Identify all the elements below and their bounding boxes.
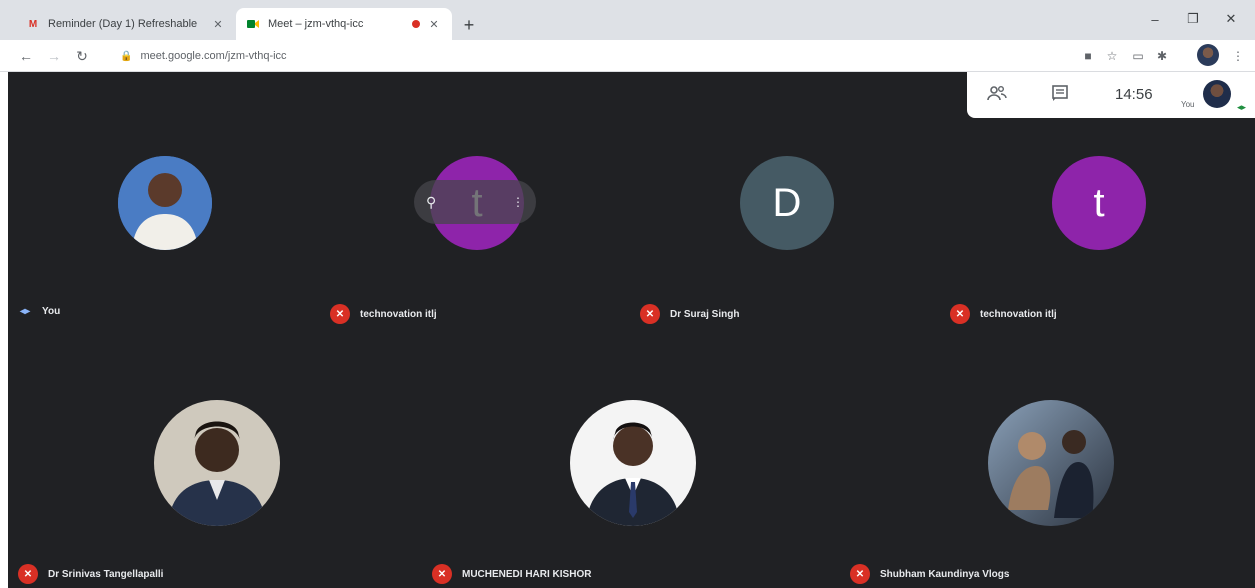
participant-name: ✕ MUCHENEDI HARI KISHOR <box>432 564 591 584</box>
pin-icon[interactable]: ⚲ <box>426 194 436 211</box>
tab-meet[interactable]: Meet – jzm-vthq-icc ✕ <box>236 8 452 40</box>
audio-level-icon: ◂▸ <box>1237 102 1247 112</box>
participant-photo <box>154 400 280 526</box>
gmail-icon: M <box>28 18 38 30</box>
meet-top-bar: 14:56 You ◂▸ <box>967 72 1255 118</box>
people-icon[interactable] <box>987 84 1007 107</box>
browser-toolbar: ← → ↻ 🔒 meet.google.com/jzm-vthq-icc ■ ☆… <box>0 40 1255 72</box>
participant-name: ✕ Dr Srinivas Tangellapalli <box>18 564 163 584</box>
browser-chrome: M Reminder (Day 1) Refreshable ✕ Meet – … <box>0 0 1255 72</box>
tab-close-icon[interactable]: ✕ <box>210 16 226 32</box>
url-text: meet.google.com/jzm-vthq-icc <box>140 50 287 62</box>
participant-name: ✕ Dr Suraj Singh <box>640 304 739 324</box>
back-arrow-icon[interactable]: ← <box>16 46 36 66</box>
tab-strip: M Reminder (Day 1) Refreshable ✕ Meet – … <box>0 0 1255 40</box>
mic-off-icon: ✕ <box>432 564 452 584</box>
self-label: You <box>1181 100 1195 109</box>
mic-off-icon: ✕ <box>330 304 350 324</box>
meet-icon <box>246 17 260 31</box>
mic-off-icon: ✕ <box>950 304 970 324</box>
restore-button[interactable]: ❐ <box>1178 8 1208 30</box>
participant-name: ✕ technovation itlj <box>950 304 1057 324</box>
bookmark-star-icon[interactable]: ☆ <box>1102 46 1122 66</box>
participant-name: ✕ Shubham Kaundinya Vlogs <box>850 564 1009 584</box>
mic-off-icon: ✕ <box>18 564 38 584</box>
participant-photo <box>988 400 1114 526</box>
close-window-button[interactable]: ✕ <box>1216 8 1246 30</box>
lock-icon: 🔒 <box>120 50 133 62</box>
meeting-clock: 14:56 <box>1115 86 1153 103</box>
reload-icon[interactable]: ↻ <box>72 46 92 66</box>
audio-level-icon: ◂▸ <box>20 306 31 317</box>
profile-avatar[interactable] <box>1197 44 1219 66</box>
participant-photo <box>570 400 696 526</box>
tab-title: Meet – jzm-vthq-icc <box>268 18 364 30</box>
cast-icon[interactable]: ▭ <box>1128 46 1148 66</box>
participant-name: ✕ technovation itlj <box>330 304 437 324</box>
new-tab-button[interactable]: + <box>458 14 480 36</box>
tab-gmail[interactable]: M Reminder (Day 1) Refreshable ✕ <box>16 8 236 40</box>
tab-title: Reminder (Day 1) Refreshable <box>48 18 198 30</box>
tile-hover-controls[interactable]: ⚲ ⋮ <box>414 180 536 224</box>
address-bar[interactable]: 🔒 meet.google.com/jzm-vthq-icc <box>110 44 1070 68</box>
forward-arrow-icon[interactable]: → <box>44 46 64 66</box>
participant-name-you: ◂▸ You <box>20 306 61 317</box>
recording-indicator-icon <box>412 20 420 28</box>
mic-off-icon: ✕ <box>640 304 660 324</box>
menu-dots-icon[interactable]: ⋮ <box>1228 46 1248 66</box>
minimize-button[interactable]: – <box>1140 8 1170 30</box>
camera-permission-icon[interactable]: ■ <box>1078 46 1098 66</box>
participant-photo <box>118 156 212 250</box>
chat-icon[interactable] <box>1051 84 1069 107</box>
participant-letter-avatar: t <box>1052 156 1146 250</box>
extensions-icon[interactable]: ✱ <box>1152 46 1172 66</box>
participant-letter-avatar: D <box>740 156 834 250</box>
tab-close-icon[interactable]: ✕ <box>426 16 442 32</box>
more-options-icon[interactable]: ⋮ <box>512 195 524 209</box>
meet-stage: 14:56 You ◂▸ ◂▸ You t ⚲ ⋮ ✕ technovation… <box>8 72 1255 588</box>
mic-off-icon: ✕ <box>850 564 870 584</box>
self-avatar[interactable] <box>1203 80 1231 108</box>
